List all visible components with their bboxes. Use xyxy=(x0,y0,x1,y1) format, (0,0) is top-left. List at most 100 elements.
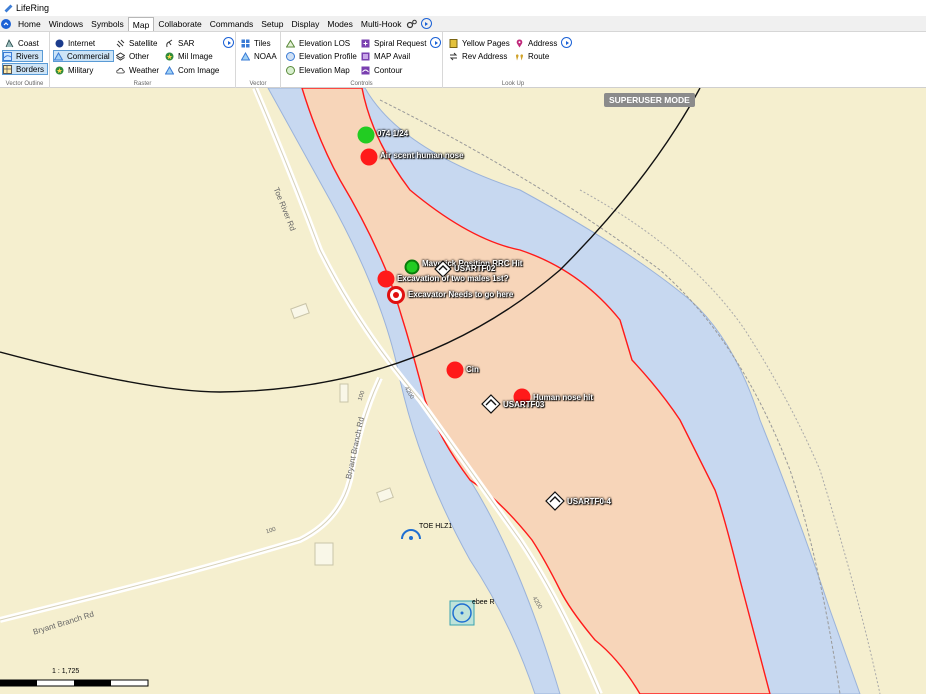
menu-map[interactable]: Map xyxy=(127,16,155,31)
raster-more-icon[interactable] xyxy=(223,37,234,48)
menu-symbols[interactable]: Symbols xyxy=(87,17,128,31)
building xyxy=(376,487,394,503)
elevation-los-button[interactable]: Elevation LOS xyxy=(286,37,350,49)
rev-address-icon xyxy=(449,52,458,60)
rev-address-button[interactable]: Rev Address xyxy=(449,50,507,62)
marker-label-vehicle-3: USARTF0-4 xyxy=(567,497,612,506)
commercial-label: Commercial xyxy=(67,51,110,61)
tiles-button[interactable]: Tiles xyxy=(241,37,271,49)
red-circle-marker[interactable] xyxy=(446,361,464,379)
marker-label-red-2: Excavation of two males 1st? xyxy=(397,274,509,283)
controls-more-icon[interactable] xyxy=(430,37,441,48)
coast-button[interactable]: Coast xyxy=(5,37,39,49)
commercial-button[interactable]: Commercial xyxy=(53,50,114,62)
scale-ruler xyxy=(0,679,149,687)
yellow-pages-icon xyxy=(449,38,458,48)
military-button[interactable]: Military xyxy=(55,64,93,76)
collapse-menu-icon[interactable] xyxy=(1,18,11,29)
building xyxy=(290,302,310,320)
vehicle-diamond-icon[interactable] xyxy=(545,491,565,511)
route-label: Route xyxy=(528,51,550,61)
group-label-raster: Raster xyxy=(133,81,152,87)
address-button[interactable]: Address xyxy=(515,37,557,49)
gears-icon[interactable] xyxy=(406,19,418,29)
menu-setup[interactable]: Setup xyxy=(257,17,287,31)
spiral-request-label: Spiral Request xyxy=(374,38,427,48)
mil-image-button[interactable]: Mil Image xyxy=(165,50,213,62)
green-hollow-marker[interactable] xyxy=(404,259,420,275)
group-label-lookup: Look Up xyxy=(501,81,525,87)
map-avail-button[interactable]: MAP Avail xyxy=(361,50,410,62)
menu-commands[interactable]: Commands xyxy=(206,17,257,31)
tiles-label: Tiles xyxy=(254,38,271,48)
mil-image-icon xyxy=(165,52,174,60)
yellow-pages-label: Yellow Pages xyxy=(462,38,510,48)
group-vector-outline: Coast Rivers Borders Vector Outline xyxy=(0,32,50,88)
menu-display[interactable]: Display xyxy=(287,17,323,31)
target-bullseye-icon[interactable] xyxy=(386,285,406,305)
borders-button[interactable]: Borders xyxy=(2,63,49,75)
elevation-map-button[interactable]: Elevation Map xyxy=(286,64,350,76)
elevation-map-icon xyxy=(286,65,295,75)
menu-home[interactable]: Home xyxy=(14,17,45,31)
tiles-icon xyxy=(241,39,250,47)
lookup-more-icon[interactable] xyxy=(561,37,572,48)
rev-address-label: Rev Address xyxy=(462,51,508,61)
menu-windows[interactable]: Windows xyxy=(45,17,87,31)
satellite-button[interactable]: Satellite xyxy=(116,37,157,49)
elevation-profile-button[interactable]: Elevation Profile xyxy=(286,50,357,62)
spiral-request-icon xyxy=(361,39,370,47)
red-circle-marker[interactable] xyxy=(360,148,378,166)
green-circle-marker[interactable] xyxy=(357,126,375,144)
map-pin-icon xyxy=(516,38,523,47)
marker-label-target: Excavator Needs to go here xyxy=(408,290,514,299)
superuser-mode-badge: SUPERUSER MODE xyxy=(604,93,695,107)
title-bar: LifeRing xyxy=(0,0,926,16)
coast-icon xyxy=(5,38,14,47)
elevation-los-icon xyxy=(286,39,295,47)
group-label-vector: Vector xyxy=(249,81,267,87)
group-controls: Elevation LOS Elevation Profile Elevatio… xyxy=(281,32,443,88)
map-canvas[interactable]: SUPERUSER MODE 074 1/24 Air scent human … xyxy=(0,88,926,694)
other-button[interactable]: Other xyxy=(116,50,149,62)
building xyxy=(339,383,349,403)
elevation-profile-label: Elevation Profile xyxy=(299,51,357,61)
layers-icon xyxy=(116,51,125,61)
menu-collaborate[interactable]: Collaborate xyxy=(154,17,205,31)
menu-modes[interactable]: Modes xyxy=(323,17,357,31)
com-image-button[interactable]: Com Image xyxy=(165,64,219,76)
borders-label: Borders xyxy=(16,64,45,74)
route-icon xyxy=(515,53,524,60)
menu-more-icon[interactable] xyxy=(420,18,432,29)
sar-button[interactable]: SAR xyxy=(165,37,194,49)
spiral-request-button[interactable]: Spiral Request xyxy=(361,37,426,49)
app-logo-icon xyxy=(4,4,13,13)
address-label: Address xyxy=(528,38,558,48)
marker-label-beacon: ebee R xyxy=(472,599,495,606)
noaa-label: NOAA xyxy=(254,51,277,61)
vehicle-diamond-icon[interactable] xyxy=(481,394,501,414)
sar-icon xyxy=(166,39,173,47)
noaa-button[interactable]: NOAA xyxy=(241,50,277,62)
menu-multi-hook[interactable]: Multi-Hook xyxy=(357,17,406,31)
route-button[interactable]: Route xyxy=(515,50,549,62)
map-avail-label: MAP Avail xyxy=(374,51,411,61)
group-label-controls: Controls xyxy=(350,81,373,87)
commercial-icon xyxy=(54,51,63,60)
marker-label-green-top: 074 1/24 xyxy=(377,129,409,138)
marker-label-vehicle-1: USARTF02 xyxy=(454,264,496,273)
yellow-pages-button[interactable]: Yellow Pages xyxy=(449,37,510,49)
marker-label-vehicle-2: USARTF03 xyxy=(503,400,545,409)
other-label: Other xyxy=(129,51,150,61)
weather-button[interactable]: Weather xyxy=(116,64,159,76)
rivers-button[interactable]: Rivers xyxy=(2,50,43,62)
contour-button[interactable]: Contour xyxy=(361,64,402,76)
map-scale-bar: 1 : 1,725 xyxy=(0,668,150,694)
menu-bar: Home Windows Symbols Map Collaborate Com… xyxy=(0,16,926,32)
borders-icon xyxy=(3,64,12,74)
satellite-icon xyxy=(116,39,125,47)
scale-ratio: 1 : 1,725 xyxy=(52,668,80,675)
group-lookup: Yellow Pages Rev Address Address Route L… xyxy=(443,32,583,88)
military-label: Military xyxy=(68,65,94,75)
internet-button[interactable]: Internet xyxy=(55,37,95,49)
